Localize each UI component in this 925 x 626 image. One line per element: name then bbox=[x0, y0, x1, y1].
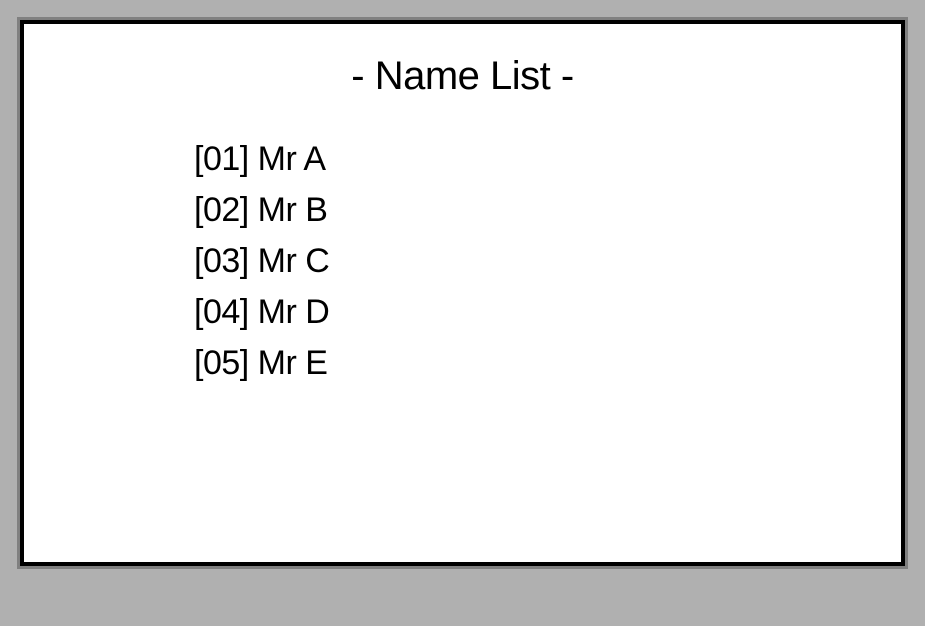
name-list: [01] Mr A [02] Mr B [03] Mr C [04] Mr D … bbox=[194, 134, 861, 389]
list-item: [01] Mr A bbox=[194, 134, 861, 185]
list-item: [03] Mr C bbox=[194, 236, 861, 287]
list-item: [05] Mr E bbox=[194, 338, 861, 389]
display-panel: - Name List - [01] Mr A [02] Mr B [03] M… bbox=[20, 20, 905, 566]
list-item: [02] Mr B bbox=[194, 185, 861, 236]
list-item: [04] Mr D bbox=[194, 287, 861, 338]
page-title: - Name List - bbox=[64, 54, 861, 99]
